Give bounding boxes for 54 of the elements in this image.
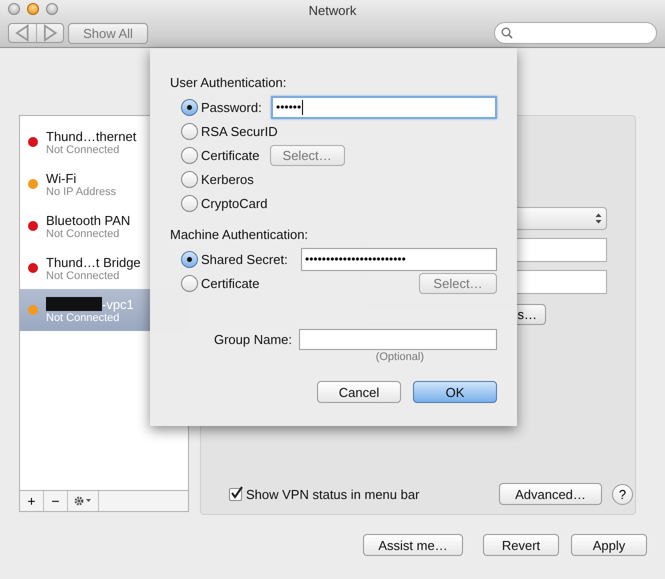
ok-button[interactable]: OK [413, 381, 497, 403]
service-name: Bluetooth PAN [46, 212, 130, 228]
help-button[interactable]: ? [612, 484, 633, 504]
footer-button[interactable]: Assist me… [363, 534, 463, 556]
field-label: Group Name: [214, 332, 292, 347]
radio-label: Password: [201, 100, 262, 114]
show-all-button[interactable]: Show All [68, 22, 148, 44]
back-forward-control[interactable] [8, 23, 64, 43]
minimize-window-button[interactable] [27, 3, 39, 15]
close-window-button[interactable] [8, 3, 20, 15]
section-title: User Authentication: [170, 75, 288, 90]
remove-button[interactable]: − [44, 491, 68, 511]
group-name-field[interactable] [299, 329, 497, 350]
gear-icon [73, 495, 93, 507]
service-name: Thund…thernet [46, 128, 136, 144]
radio-button[interactable] [181, 98, 198, 116]
zoom-window-button[interactable] [46, 3, 58, 15]
service-status: Not Connected [46, 228, 120, 240]
service-name: Wi-Fi [46, 170, 76, 186]
search-field[interactable] [494, 22, 657, 44]
stepper-arrows-icon [595, 213, 602, 224]
radio-label: Shared Secret: [201, 252, 288, 266]
service-status: No IP Address [46, 186, 116, 198]
service-status: Not Connected [46, 144, 120, 156]
select-button[interactable]: Select… [270, 144, 345, 166]
radio-label: Kerberos [201, 172, 254, 186]
radio-label: RSA SecurID [201, 124, 278, 138]
service-status: Not Connected [46, 312, 120, 324]
footer-button[interactable]: Apply [571, 534, 647, 556]
radio-button[interactable] [181, 170, 198, 188]
service-name: Thund…t Bridge [46, 254, 141, 270]
window-title: Network [308, 2, 356, 18]
section-title: Machine Authentication: [170, 227, 310, 242]
secret-field[interactable]: •••••••••••••••••••••••• [301, 248, 497, 270]
checkbox-label: Show VPN status in menu bar [246, 486, 420, 502]
cancel-button[interactable]: Cancel [317, 381, 401, 403]
radio-button[interactable] [181, 250, 198, 268]
radio-label: Certificate [201, 148, 260, 162]
service-name: -vpc1 [102, 296, 134, 312]
radio-button[interactable] [181, 194, 198, 212]
field-hint: (Optional) [374, 351, 425, 363]
vpn-status-checkbox[interactable] [229, 488, 242, 500]
radio-button[interactable] [181, 274, 198, 292]
select-button[interactable]: Select… [419, 272, 497, 294]
add-button[interactable]: + [20, 491, 44, 511]
advanced-button[interactable]: Advanced… [499, 483, 602, 505]
radio-button[interactable] [181, 122, 198, 140]
radio-label: CryptoCard [201, 196, 268, 210]
radio-button[interactable] [181, 146, 198, 164]
secret-field[interactable]: •••••• [271, 96, 497, 118]
radio-label: Certificate [201, 276, 260, 290]
search-icon [501, 27, 513, 39]
footer-button[interactable]: Revert [483, 534, 559, 556]
service-status: Not Connected [46, 270, 120, 282]
